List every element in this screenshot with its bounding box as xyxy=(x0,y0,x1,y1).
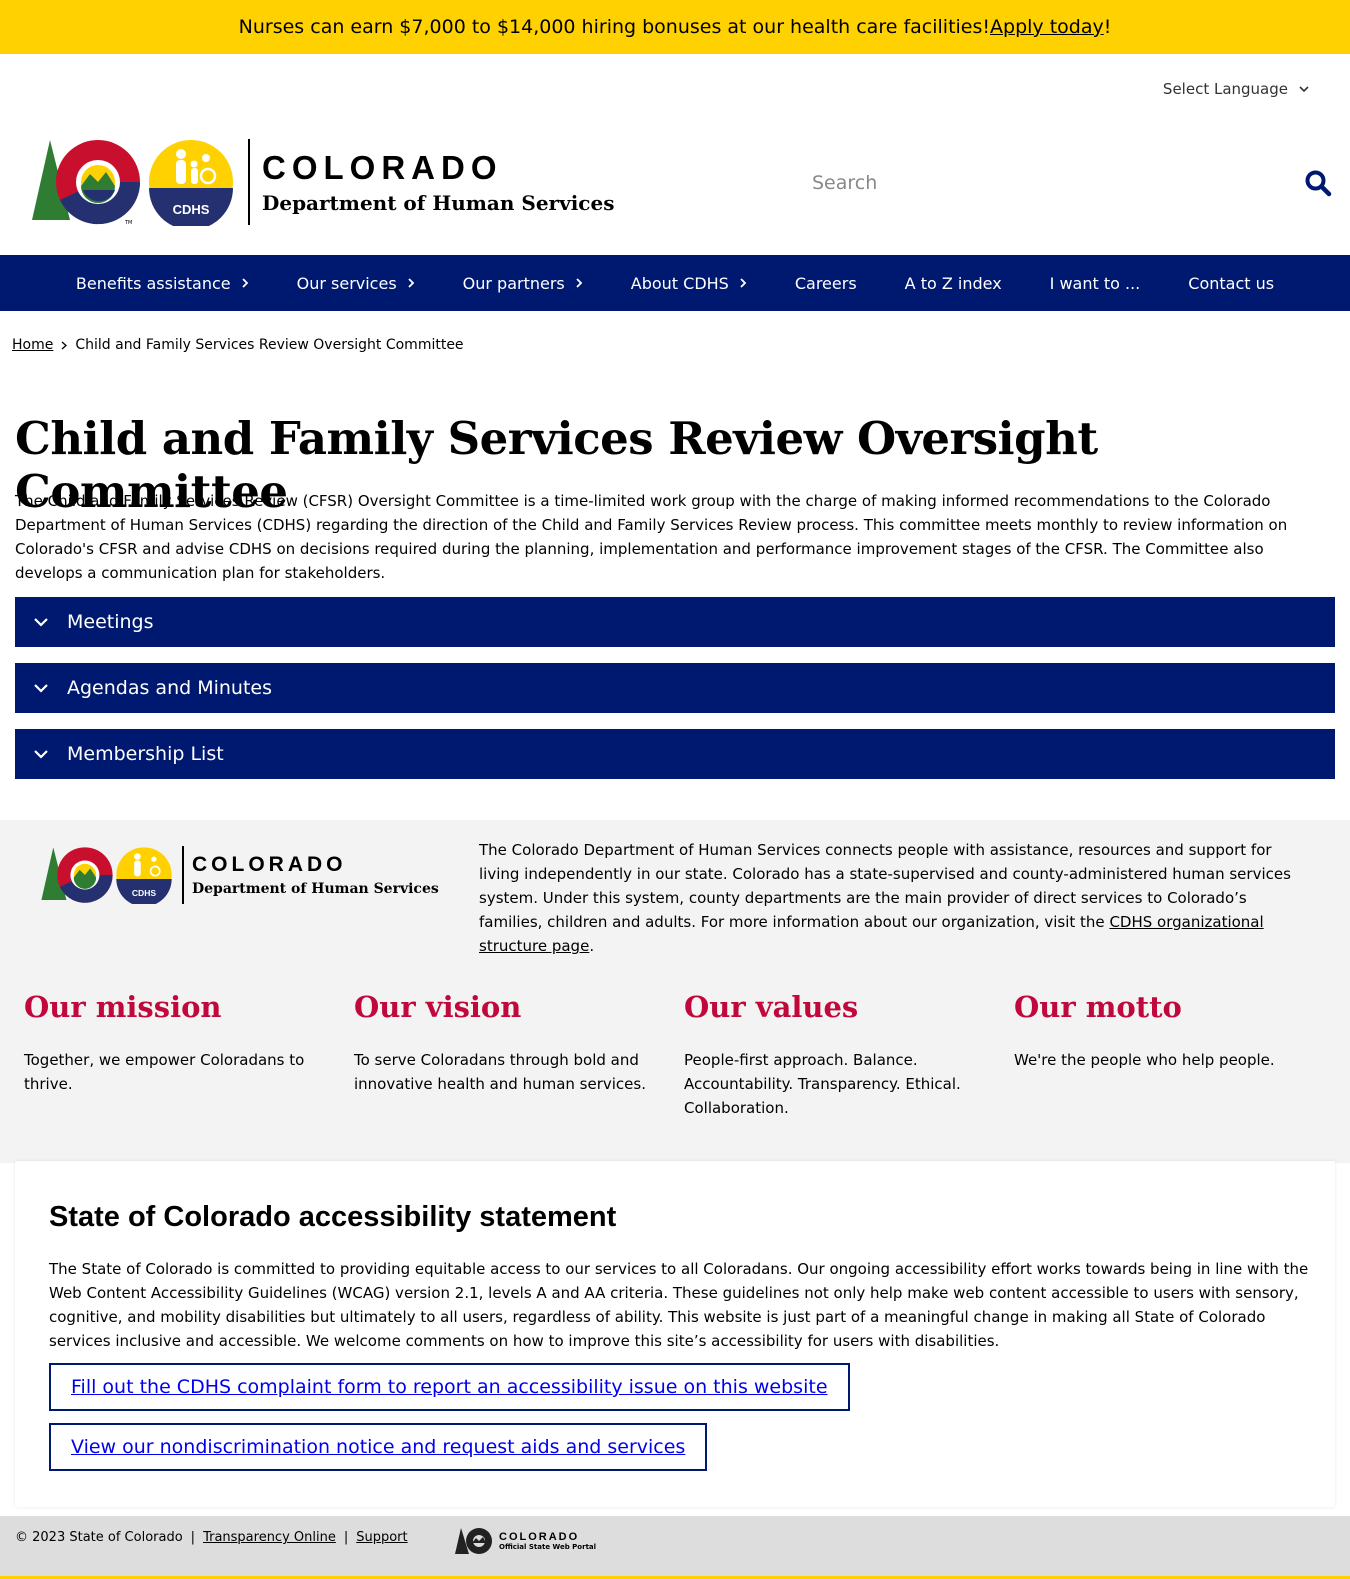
values-column: Our values People-first approach. Balanc… xyxy=(684,990,984,1120)
bottom-links: © 2023 State of Colorado | Transparency … xyxy=(15,1530,408,1545)
vision-title: Our vision xyxy=(354,990,522,1024)
cdhs-badge-text: CDHS xyxy=(173,202,210,217)
language-label: Select Language xyxy=(1162,80,1288,98)
nav-item-benefits-assistance[interactable]: Benefits assistance xyxy=(76,274,249,293)
accessibility-statement: State of Colorado accessibility statemen… xyxy=(15,1161,1335,1507)
nav-item-label: Contact us xyxy=(1188,273,1275,293)
vision-column: Our vision To serve Coloradans through b… xyxy=(354,990,654,1096)
footer-about-suffix: . xyxy=(589,937,595,955)
search-input[interactable] xyxy=(812,172,1304,194)
portal-sub: Official State Web Portal xyxy=(499,1543,597,1551)
mission-text: Together, we empower Coloradans to thriv… xyxy=(24,1051,305,1093)
chevron-right-icon xyxy=(241,278,248,288)
bottom-bar: © 2023 State of Colorado | Transparency … xyxy=(0,1516,1350,1579)
portal-text: COLORADO Official State Web Portal xyxy=(499,1531,596,1551)
accordion-agendas-minutes[interactable]: Agendas and Minutes xyxy=(15,663,1335,713)
brand-divider xyxy=(182,846,184,904)
apply-today-link[interactable]: Apply today xyxy=(990,16,1104,38)
chevron-right-icon xyxy=(576,278,583,288)
colorado-logo: TM xyxy=(32,140,141,226)
nav-item-i-want-to[interactable]: I want to ... xyxy=(1050,274,1141,293)
brand-divider xyxy=(248,139,250,225)
chevron-down-icon xyxy=(34,684,48,693)
accessibility-title: State of Colorado accessibility statemen… xyxy=(49,1201,617,1233)
brand-department: Department of Human Services xyxy=(262,191,615,215)
accordion-membership-list[interactable]: Membership List xyxy=(15,729,1335,779)
colorado-logo xyxy=(41,847,113,903)
cdhs-badge-logo: CDHS xyxy=(116,847,172,904)
breadcrumb-home[interactable]: Home xyxy=(12,337,53,353)
accordion-label: Membership List xyxy=(67,743,224,765)
brand-state: COLORADO xyxy=(192,853,347,876)
breadcrumb: Home Child and Family Services Review Ov… xyxy=(12,337,464,353)
language-select[interactable]: Select Language xyxy=(1163,80,1310,98)
nav-item-label: About CDHS xyxy=(630,273,729,293)
separator: | xyxy=(190,1530,196,1545)
page-intro: The Child and Family Services Review (CF… xyxy=(15,492,1288,582)
footer-brand-text: COLORADO Department of Human Services xyxy=(192,853,439,897)
mission-column: Our mission Together, we empower Colorad… xyxy=(24,990,324,1096)
banner-suffix: ! xyxy=(1103,16,1112,38)
nav-item-a-to-z-index[interactable]: A to Z index xyxy=(905,274,1002,293)
complaint-form-button[interactable]: Fill out the CDHS complaint form to repo… xyxy=(49,1363,850,1411)
tm-mark: TM xyxy=(124,220,132,226)
chevron-right-icon xyxy=(61,341,68,349)
search-bar xyxy=(812,160,1332,206)
nav-item-contact-us[interactable]: Contact us xyxy=(1188,274,1274,293)
main-nav: Benefits assistance Our services Our partn… xyxy=(0,255,1350,311)
colorado-portal-logo[interactable]: COLORADO Official State Web Portal xyxy=(455,1526,596,1556)
announcement-banner: Nurses can earn $7,000 to $14,000 hiring… xyxy=(0,0,1350,54)
nav-item-careers[interactable]: Careers xyxy=(795,274,857,293)
separator: | xyxy=(343,1530,349,1545)
mission-title: Our mission xyxy=(24,990,222,1024)
brand-state: COLORADO xyxy=(262,149,503,186)
banner-text: Nurses can earn $7,000 to $14,000 hiring… xyxy=(238,16,991,38)
motto-title: Our motto xyxy=(1014,990,1182,1024)
accordion-label: Meetings xyxy=(67,611,154,633)
nav-item-our-services[interactable]: Our services xyxy=(297,274,415,293)
nav-item-about-cdhs[interactable]: About CDHS xyxy=(631,274,747,293)
nav-item-label: Benefits assistance xyxy=(75,273,231,293)
values-title: Our values xyxy=(684,990,859,1024)
nav-item-label: A to Z index xyxy=(904,273,1002,293)
search-icon[interactable] xyxy=(1304,169,1332,197)
nav-item-label: Careers xyxy=(794,273,857,293)
copyright: © 2023 State of Colorado xyxy=(15,1530,183,1545)
support-link[interactable]: Support xyxy=(356,1530,407,1545)
footer-about: The Colorado Department of Human Service… xyxy=(479,838,1299,958)
nav-item-label: Our services xyxy=(296,273,397,293)
accordion-label: Agendas and Minutes xyxy=(67,677,273,699)
transparency-online-link[interactable]: Transparency Online xyxy=(203,1530,336,1545)
portal-name: COLORADO xyxy=(499,1531,580,1543)
cdhs-badge-logo: CDHS xyxy=(149,140,233,226)
vision-text: To serve Coloradans through bold and inn… xyxy=(354,1051,646,1093)
chevron-down-icon xyxy=(34,750,48,759)
brand-text: COLORADO Department of Human Services xyxy=(262,149,614,215)
chevron-right-icon xyxy=(408,278,414,288)
motto-column: Our motto We're the people who help peop… xyxy=(1014,990,1314,1072)
nondiscrimination-button[interactable]: View our nondiscrimination notice and re… xyxy=(49,1423,708,1471)
brand-department: Department of Human Services xyxy=(192,881,439,897)
nav-item-label: I want to ... xyxy=(1049,273,1141,293)
chevron-right-icon xyxy=(740,278,747,288)
motto-text: We're the people who help people. xyxy=(1014,1051,1275,1069)
values-text: People-first approach. Balance. Accounta… xyxy=(684,1051,961,1117)
nav-item-our-partners[interactable]: Our partners xyxy=(463,274,583,293)
accordion-meetings[interactable]: Meetings xyxy=(15,597,1335,647)
colorado-portal-icon xyxy=(455,1528,492,1554)
nav-item-label: Our partners xyxy=(462,273,565,293)
footer-brand[interactable]: CDHS COLORADO Department of Human Servic… xyxy=(40,846,439,904)
breadcrumb-current: Child and Family Services Review Oversig… xyxy=(75,337,464,353)
chevron-down-icon xyxy=(1299,86,1309,93)
cdhs-badge-text: CDHS xyxy=(132,888,157,898)
chevron-down-icon xyxy=(34,618,48,627)
accessibility-text: The State of Colorado is committed to pr… xyxy=(49,1260,1309,1350)
site-header-brand[interactable]: TM CDHS COLORADO Department of Human Ser… xyxy=(30,138,614,226)
